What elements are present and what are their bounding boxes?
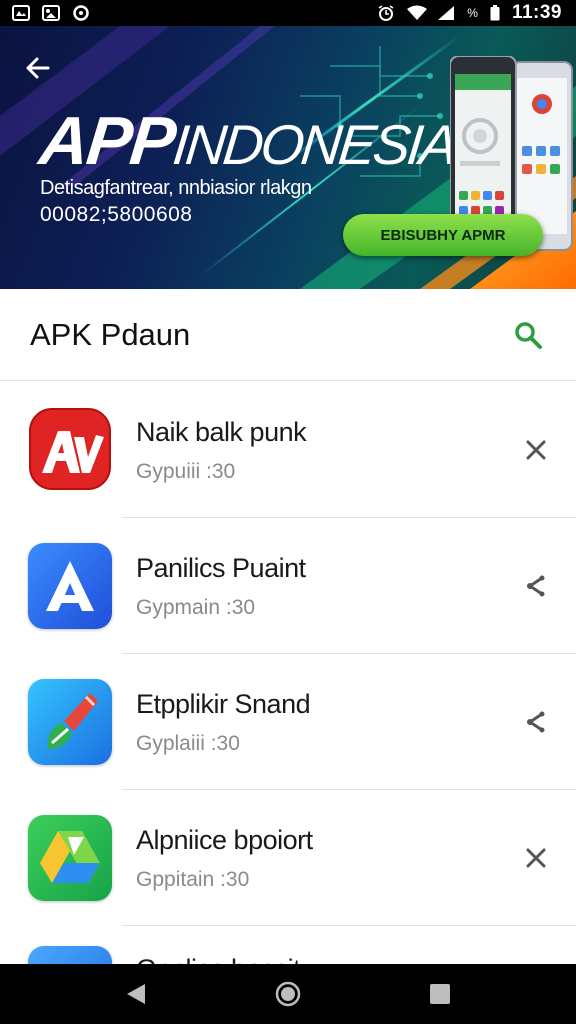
nav-home-button[interactable]: [264, 970, 312, 1018]
list-title: APK Pdaun: [30, 316, 191, 352]
list-item[interactable]: Alpniice bpoiort Gppitain :30: [0, 790, 576, 926]
share-button[interactable]: [514, 564, 558, 608]
a-app-icon: [28, 543, 112, 629]
list-item[interactable]: Panilics Puaint Gypmain :30: [0, 518, 576, 654]
share-button[interactable]: [514, 700, 558, 744]
search-icon: [515, 321, 542, 349]
gallery-icon: [12, 5, 30, 21]
home-icon: [275, 981, 301, 1007]
battery-text: %: [467, 6, 478, 20]
banner-cta-button[interactable]: EBISUBHY APMR: [343, 214, 543, 256]
app-name: Etpplikir Snand: [136, 688, 311, 719]
app-icon-partial: [28, 946, 112, 964]
hero-banner: APPINDONESIA Detisagfantrear, nnbiasior …: [0, 26, 576, 289]
status-bar: % 11:39: [0, 0, 576, 26]
nav-back-button[interactable]: [112, 970, 160, 1018]
banner-code: 00082;5800608: [40, 203, 193, 226]
app-meta: Gypuiii :30: [136, 459, 236, 483]
navigation-bar: [0, 964, 576, 1024]
wifi-icon: [407, 5, 428, 21]
app-meta: Gppitain :30: [136, 867, 250, 891]
battery-icon: [490, 5, 500, 21]
recents-icon: [430, 984, 450, 1004]
image-icon: [42, 5, 60, 21]
app-name: Alpniice bpoiort: [136, 824, 313, 855]
banner-title-rest: INDONESIA: [170, 113, 458, 176]
close-button[interactable]: [514, 428, 558, 472]
sync-icon: [72, 5, 90, 21]
banner-subtitle: Detisagfantrear, nnbiasior rlakgn: [40, 177, 312, 199]
share-icon: [527, 575, 545, 597]
alarm-icon: [377, 5, 395, 21]
nav-recents-button[interactable]: [416, 970, 464, 1018]
av-app-icon: [28, 407, 112, 493]
signal-icon: [437, 5, 455, 21]
app-name: Gpplios bposit: [136, 954, 301, 964]
brush-app-icon: [28, 679, 112, 765]
share-icon: [527, 711, 545, 733]
banner-title: APPINDONESIA: [36, 102, 459, 180]
back-icon: [127, 984, 145, 1004]
banner-title-big: APP: [36, 103, 178, 179]
arrow-left-icon: [26, 57, 50, 79]
status-time: 11:39: [511, 2, 562, 23]
close-icon: [526, 440, 546, 460]
list-item[interactable]: Etpplikir Snand Gyplaiii :30: [0, 654, 576, 790]
drive-app-icon: [28, 815, 112, 901]
back-button[interactable]: [18, 48, 58, 88]
close-button[interactable]: [514, 836, 558, 880]
list-header: APK Pdaun: [0, 289, 576, 381]
app-name: Panilics Puaint: [136, 552, 306, 583]
list-item-partial[interactable]: Gpplios bposit: [0, 926, 576, 964]
app-name: Naik balk punk: [136, 416, 307, 447]
close-icon: [526, 848, 546, 868]
app-meta: Gypmain :30: [136, 595, 256, 619]
app-list: Naik balk punk Gypuiii :30 Panilics Puai…: [0, 382, 576, 926]
list-item[interactable]: Naik balk punk Gypuiii :30: [0, 382, 576, 518]
app-meta: Gyplaiii :30: [136, 731, 240, 755]
search-button[interactable]: [508, 315, 548, 355]
